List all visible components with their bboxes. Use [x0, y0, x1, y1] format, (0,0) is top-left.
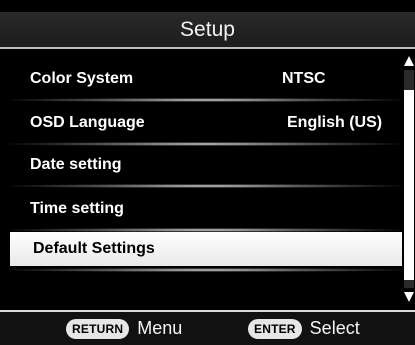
setup-menu: Color System NTSC OSD Language English (… [10, 56, 402, 310]
scroll-down-arrow-icon[interactable] [404, 292, 414, 302]
scroll-thumb[interactable] [404, 90, 414, 280]
menu-separator [10, 184, 402, 188]
setup-screen: Setup Color System NTSC OSD Language Eng… [0, 0, 415, 345]
return-action-label: Menu [137, 318, 183, 338]
footer-hints: RETURN Menu ENTER Select [0, 312, 415, 345]
menu-item-label: Color System [30, 70, 134, 87]
menu-item-label: Date setting [30, 156, 122, 173]
menu-item-value: NTSC [282, 70, 326, 87]
menu-separator [10, 142, 402, 146]
enter-key-badge: ENTER [248, 318, 302, 339]
menu-separator [10, 98, 402, 102]
title-divider [0, 47, 415, 49]
menu-item-time-setting[interactable]: Time setting [10, 192, 402, 232]
menu-item-osd-language[interactable]: OSD Language English (US) [10, 106, 402, 146]
menu-separator [10, 268, 402, 272]
page-title: Setup [180, 18, 235, 41]
menu-item-label: Default Settings [33, 240, 155, 257]
return-key-badge: RETURN [66, 318, 130, 339]
scroll-up-arrow-icon[interactable] [404, 56, 414, 66]
menu-item-label: OSD Language [30, 114, 145, 131]
page-title-bar: Setup [0, 12, 415, 48]
menu-scrollbar[interactable] [403, 56, 415, 304]
menu-item-label: Time setting [30, 200, 124, 217]
menu-item-default-settings[interactable]: Default Settings [10, 232, 402, 272]
menu-item-date-setting[interactable]: Date setting [10, 148, 402, 188]
enter-hint: ENTER Select [248, 318, 360, 339]
enter-action-label: Select [309, 318, 360, 338]
return-hint: RETURN Menu [66, 318, 182, 339]
scroll-track[interactable] [404, 70, 414, 288]
menu-item-value: English (US) [287, 114, 383, 131]
menu-item-color-system[interactable]: Color System NTSC [10, 62, 402, 102]
